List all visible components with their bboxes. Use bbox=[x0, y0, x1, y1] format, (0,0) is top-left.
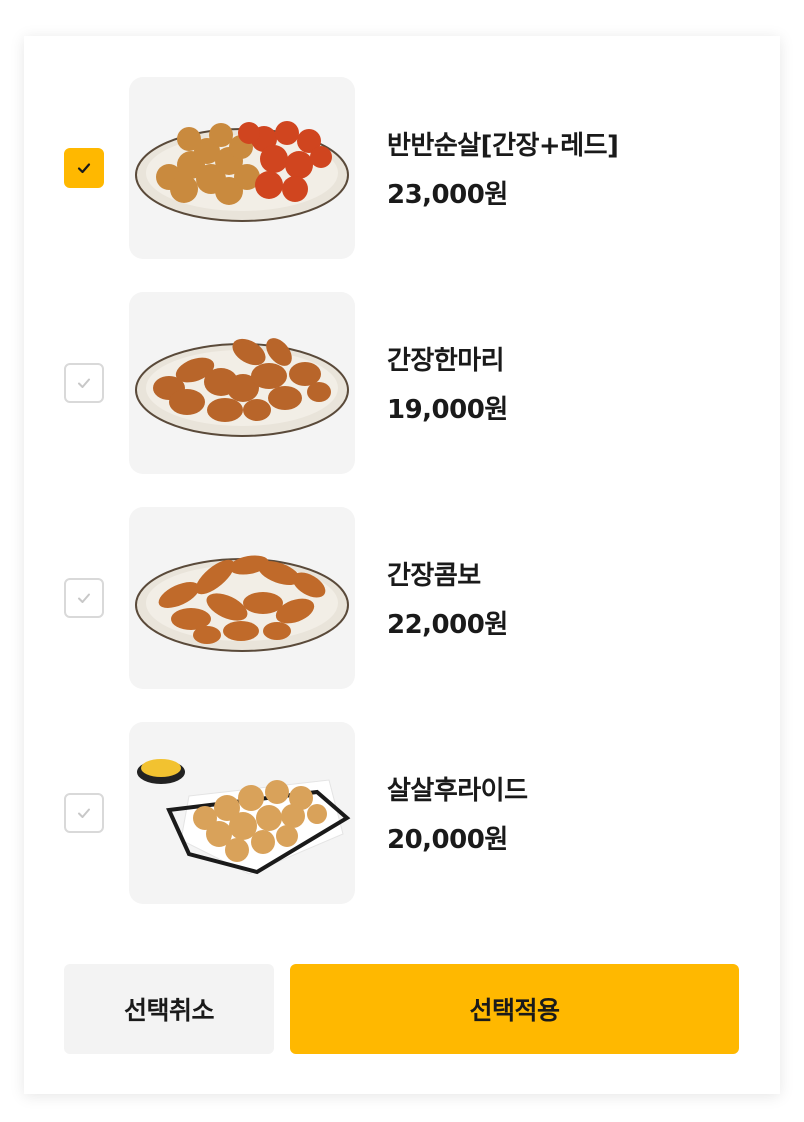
item-checkbox[interactable] bbox=[64, 793, 104, 833]
item-checkbox[interactable] bbox=[64, 148, 104, 188]
checkmark-icon bbox=[78, 378, 90, 388]
item-price: 23,000원 bbox=[387, 180, 508, 210]
item-name: 반반순살[간장+레드] bbox=[387, 131, 619, 161]
checkmark-icon bbox=[77, 163, 91, 174]
checkmark-icon bbox=[78, 593, 90, 603]
list-item: 살살후라이드 20,000원 bbox=[24, 722, 780, 904]
item-price: 19,000원 bbox=[387, 395, 508, 425]
checkmark-icon bbox=[78, 808, 90, 818]
item-checkbox[interactable] bbox=[64, 363, 104, 403]
item-image bbox=[129, 507, 355, 689]
item-name: 살살후라이드 bbox=[387, 776, 528, 806]
list-item: 간장한마리 19,000원 bbox=[24, 292, 780, 474]
list-item: 간장콤보 22,000원 bbox=[24, 507, 780, 689]
item-image bbox=[129, 77, 355, 259]
item-price: 22,000원 bbox=[387, 610, 508, 640]
item-checkbox[interactable] bbox=[64, 578, 104, 618]
item-image bbox=[129, 722, 355, 904]
item-price: 20,000원 bbox=[387, 825, 508, 855]
list-item: 반반순살[간장+레드] 23,000원 bbox=[24, 77, 780, 259]
item-image bbox=[129, 292, 355, 474]
menu-selection-card: 반반순살[간장+레드] 23,000원 간장한마리 19,000원 간장콤보 2… bbox=[24, 36, 780, 1094]
item-name: 간장한마리 bbox=[387, 346, 505, 376]
cancel-selection-button[interactable]: 선택취소 bbox=[64, 964, 274, 1054]
item-name: 간장콤보 bbox=[387, 561, 481, 591]
apply-selection-button[interactable]: 선택적용 bbox=[290, 964, 739, 1054]
